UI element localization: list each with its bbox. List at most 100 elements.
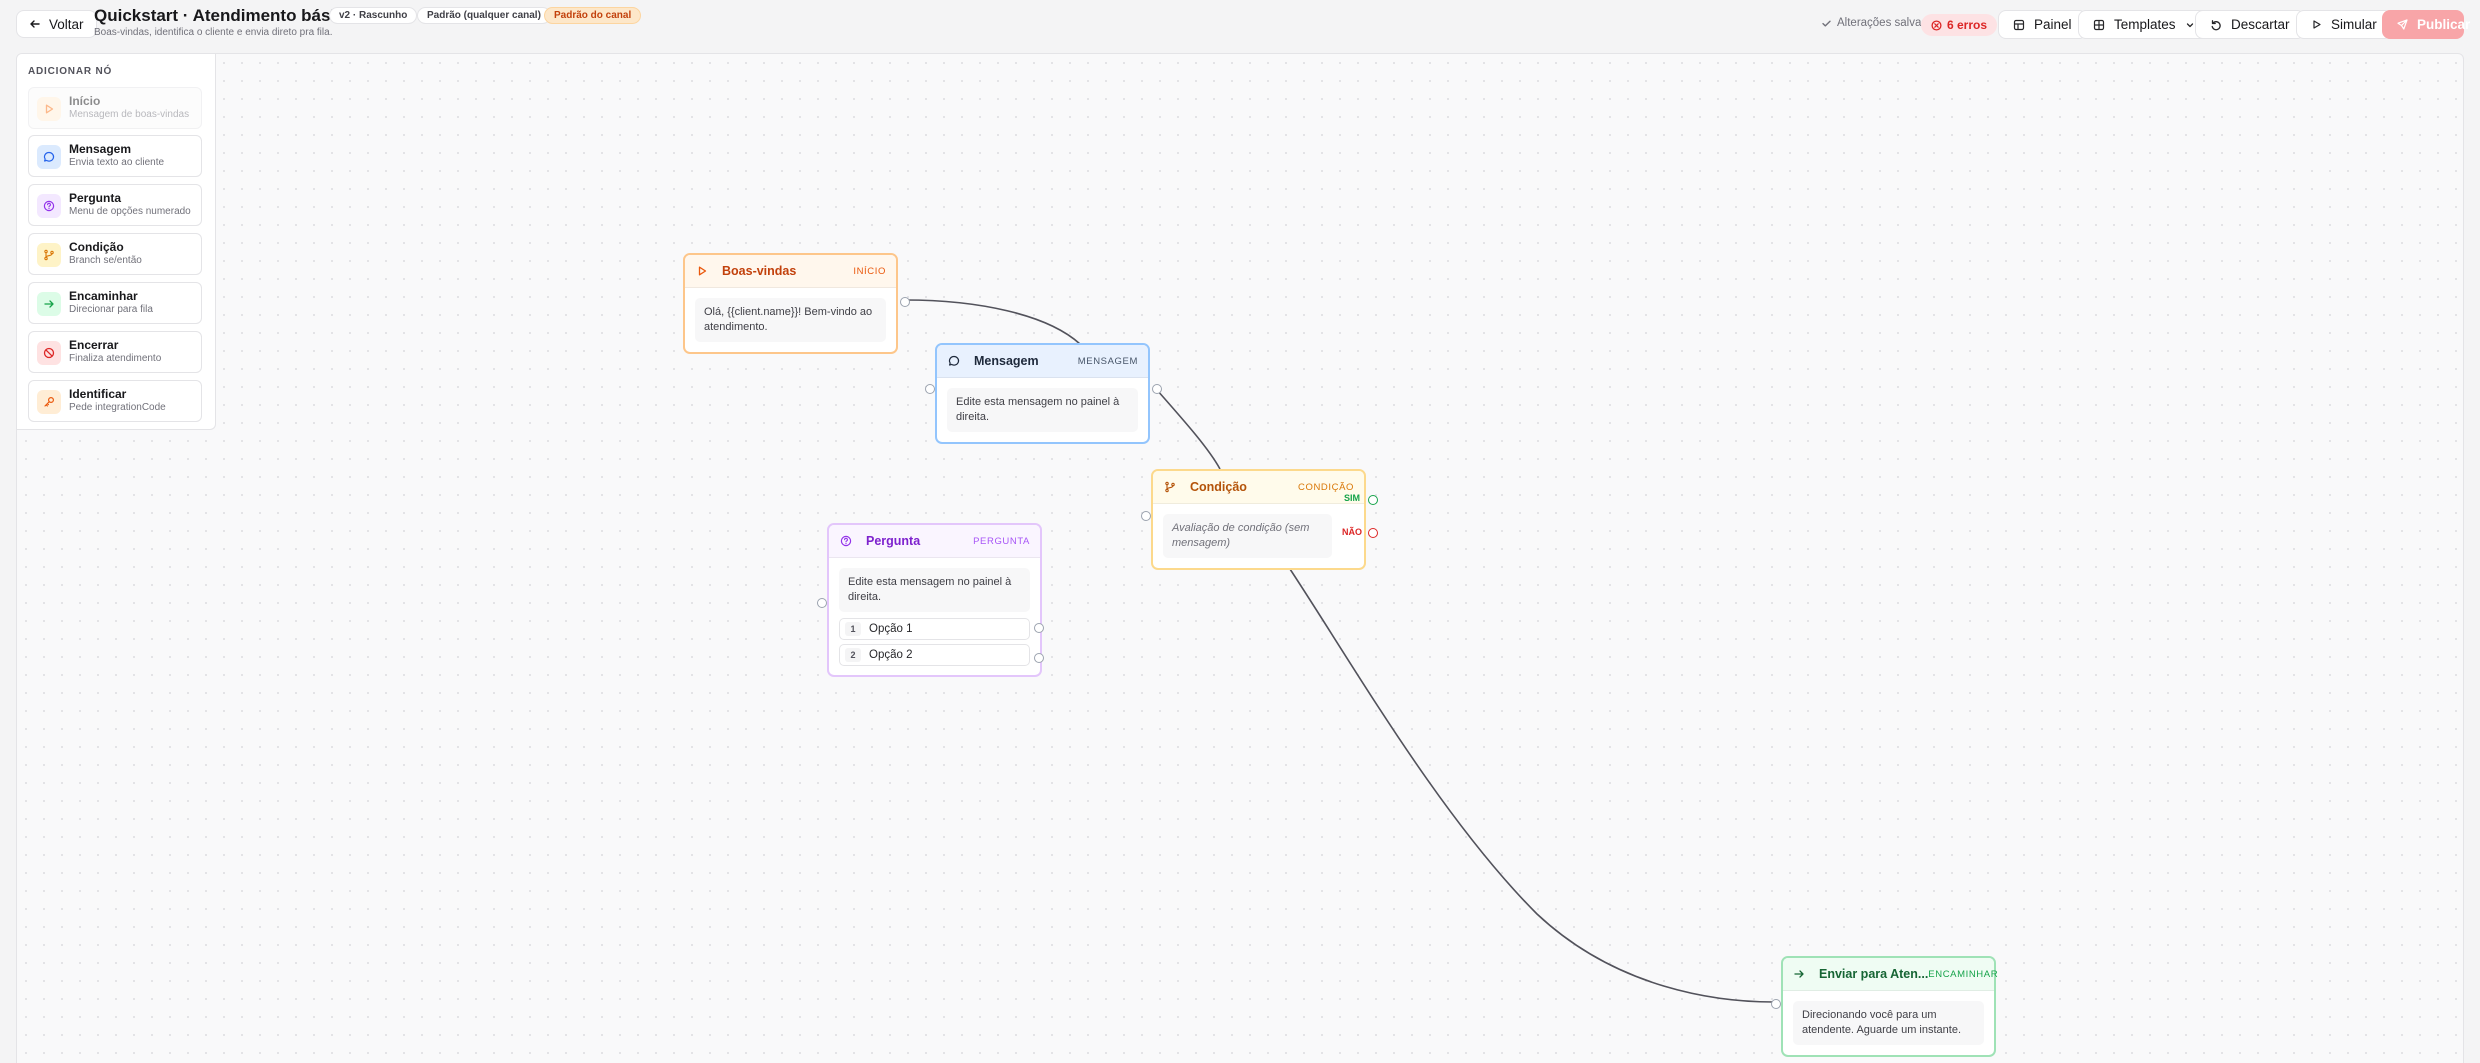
node-encaminhar[interactable]: Enviar para Aten... ENCAMINHAR Direciona… xyxy=(1771,956,1999,1057)
option-row[interactable]: 1 Opção 1 xyxy=(839,618,1030,640)
palette-item-name: Encerrar xyxy=(69,338,119,352)
palette-title: ADICIONAR NÓ xyxy=(28,66,113,77)
palette-item-name: Mensagem xyxy=(69,142,132,156)
node-condicao[interactable]: Condição CONDIÇÃO Avaliação de condição … xyxy=(1141,469,1378,570)
page-subtitle: Boas-vindas, identifica o cliente e envi… xyxy=(94,27,333,38)
arrow-right-icon xyxy=(1793,968,1805,981)
palette-item-name: Condição xyxy=(69,240,124,254)
templates-label: Templates xyxy=(2114,17,2176,32)
palette-item-name: Início xyxy=(69,94,101,108)
option-row[interactable]: 2 Opção 2 xyxy=(839,644,1030,666)
node-boas-vindas[interactable]: Boas-vindas INÍCIO Olá, {{client.name}}!… xyxy=(683,253,910,354)
play-icon xyxy=(2313,20,2321,29)
save-status-label: Alterações salvas xyxy=(1837,17,1928,29)
errors-label: 6 erros xyxy=(1947,18,1988,32)
input-handle[interactable] xyxy=(1771,999,1781,1009)
branch-yes-label: SIM xyxy=(1344,493,1361,503)
option-1-output-handle[interactable] xyxy=(1034,623,1044,633)
option-label: Opção 2 xyxy=(869,649,913,661)
node-mensagem[interactable]: Mensagem MENSAGEM Edite esta mensagem no… xyxy=(925,343,1162,444)
palette-item-desc: Direcionar para fila xyxy=(69,304,153,315)
save-status: Alterações salvas xyxy=(1821,17,1927,29)
publish-button[interactable]: Publicar xyxy=(2382,10,2470,39)
edge-condicao-to-encaminhar[interactable] xyxy=(1283,559,1775,1003)
input-handle[interactable] xyxy=(1141,511,1151,521)
arrow-left-icon xyxy=(30,20,40,28)
discard-button[interactable]: Descartar xyxy=(2195,10,2305,39)
input-handle[interactable] xyxy=(817,598,827,608)
chevron-down-icon xyxy=(2186,22,2193,27)
discard-label: Descartar xyxy=(2231,17,2290,32)
node-message: Edite esta mensagem no painel à direita. xyxy=(839,568,1030,612)
palette-item-desc: Menu de opções numerado xyxy=(69,206,191,217)
grid-icon xyxy=(2093,19,2105,30)
back-label: Voltar xyxy=(49,16,84,32)
simulate-button[interactable]: Simular xyxy=(2296,10,2392,39)
node-pergunta[interactable]: Pergunta PERGUNTA Edite esta mensagem no… xyxy=(817,523,1044,677)
panel-icon xyxy=(2013,19,2025,30)
palette-item-desc: Mensagem de boas-vindas xyxy=(69,109,190,120)
ban-icon xyxy=(37,341,61,365)
message-icon xyxy=(947,355,960,368)
check-icon xyxy=(1822,20,1831,27)
branch-no-label: NÃO xyxy=(1342,527,1362,537)
palette-item-desc: Finaliza atendimento xyxy=(69,353,162,364)
palette-item-encerrar[interactable]: Encerrar Finaliza atendimento xyxy=(28,331,202,373)
palette-item-inicio[interactable]: Início Mensagem de boas-vindas xyxy=(28,87,202,129)
edge-mensagem-to-condicao[interactable] xyxy=(1156,389,1221,470)
option-number: 2 xyxy=(845,648,861,662)
yes-output-handle[interactable] xyxy=(1368,495,1378,505)
version-chip: v2 · Rascunho xyxy=(329,7,418,24)
node-message: Avaliação de condição (sem mensagem) xyxy=(1163,514,1332,558)
branch-icon xyxy=(37,243,61,267)
key-icon xyxy=(37,390,61,414)
palette-item-condicao[interactable]: Condição Branch se/então xyxy=(28,233,202,275)
arrow-right-icon xyxy=(37,292,61,316)
palette-item-name: Encaminhar xyxy=(69,289,138,303)
node-message: Edite esta mensagem no painel à direita. xyxy=(947,388,1138,432)
panel-button[interactable]: Painel xyxy=(1998,10,2087,39)
palette-item-name: Identificar xyxy=(69,387,127,401)
back-button[interactable]: Voltar xyxy=(16,10,97,38)
branch-icon xyxy=(1163,481,1176,494)
flow-canvas[interactable]: ADICIONAR NÓ Início Mensagem de boas-vin… xyxy=(16,53,2464,1063)
palette-item-encaminhar[interactable]: Encaminhar Direcionar para fila xyxy=(28,282,202,324)
errors-badge[interactable]: 6 erros xyxy=(1921,14,1998,36)
no-output-handle[interactable] xyxy=(1368,528,1378,538)
templates-dropdown[interactable]: Templates xyxy=(2078,10,2210,39)
node-message: Direcionando você para um atendente. Agu… xyxy=(1793,1001,1984,1045)
node-title: Boas-vindas xyxy=(722,264,797,278)
node-type: PERGUNTA xyxy=(973,535,1030,547)
channel-chip: Padrão (qualquer canal) xyxy=(417,7,551,24)
play-icon xyxy=(695,265,708,278)
node-title: Mensagem xyxy=(974,354,1039,368)
output-handle[interactable] xyxy=(900,297,910,307)
play-icon xyxy=(37,97,61,121)
panel-label: Painel xyxy=(2034,17,2072,32)
send-icon xyxy=(2397,19,2408,30)
node-message: Olá, {{client.name}}! Bem-vindo ao atend… xyxy=(695,298,886,342)
palette-item-mensagem[interactable]: Mensagem Envia texto ao cliente xyxy=(28,135,202,177)
palette-item-desc: Envia texto ao cliente xyxy=(69,157,165,168)
node-type: INÍCIO xyxy=(853,265,886,277)
node-title: Pergunta xyxy=(866,534,921,548)
question-icon xyxy=(37,194,61,218)
node-type: ENCAMINHAR xyxy=(1928,968,1999,980)
node-title: Condição xyxy=(1190,480,1247,494)
option-2-output-handle[interactable] xyxy=(1034,653,1044,663)
node-palette: ADICIONAR NÓ Início Mensagem de boas-vin… xyxy=(17,54,216,430)
undo-icon xyxy=(2211,19,2221,30)
output-handle[interactable] xyxy=(1152,384,1162,394)
palette-item-pergunta[interactable]: Pergunta Menu de opções numerado xyxy=(28,184,202,226)
question-icon xyxy=(839,535,852,548)
edge-boas-vindas-to-mensagem[interactable] xyxy=(904,299,1081,345)
page-title: Quickstart · Atendimento básico xyxy=(94,6,356,25)
palette-item-identificar[interactable]: Identificar Pede integrationCode xyxy=(28,380,202,422)
publish-label: Publicar xyxy=(2417,17,2471,32)
node-type: CONDIÇÃO xyxy=(1298,481,1354,493)
error-circle-icon xyxy=(1931,19,1942,31)
node-title: Enviar para Aten... xyxy=(1819,967,1929,981)
palette-item-desc: Branch se/então xyxy=(69,255,142,266)
palette-item-desc: Pede integrationCode xyxy=(69,402,166,413)
input-handle[interactable] xyxy=(925,384,935,394)
